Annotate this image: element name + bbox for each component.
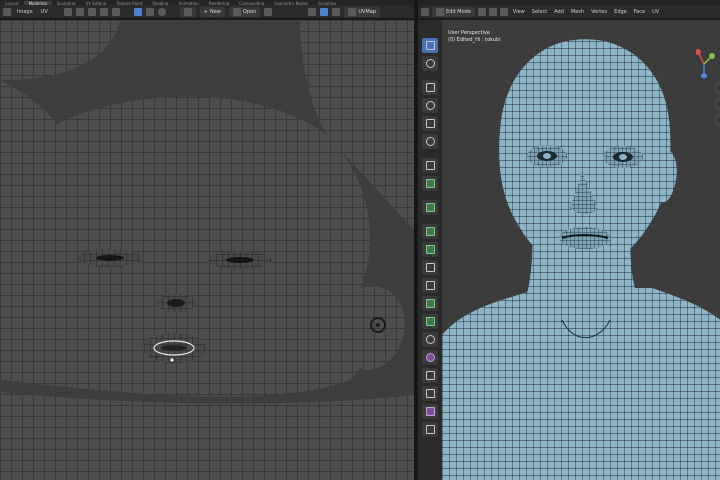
image-icon [183, 7, 192, 16]
editor-type-icon[interactable] [421, 7, 429, 16]
annotate-icon [425, 161, 435, 170]
vp-menu-face[interactable]: Face [632, 9, 647, 15]
bevel-icon [425, 263, 435, 272]
active-object-label: (0) Edited_Hi : tokubi [448, 37, 501, 43]
uv-editor-header: Image UV + New Open UVMap [0, 5, 414, 19]
mode-selector[interactable]: Edit Mode [432, 6, 475, 17]
select-box-icon [425, 41, 435, 50]
rotate-icon [425, 101, 435, 110]
shrink-fatten-tool[interactable] [422, 386, 438, 401]
uvmap-selector[interactable]: UVMap [344, 6, 380, 17]
uv-layout-drawing [0, 20, 414, 480]
bevel-tool[interactable] [422, 260, 438, 275]
open-image-label: Open [242, 8, 257, 15]
smooth-tool[interactable] [422, 350, 438, 365]
measure-tool[interactable] [422, 176, 438, 191]
pivot-icon[interactable] [133, 7, 142, 16]
uv-sticky-icon[interactable] [320, 7, 329, 16]
loop-cut-tool[interactable] [422, 278, 438, 293]
vertex-select-icon[interactable] [477, 7, 486, 16]
vp-menu-mesh[interactable]: Mesh [569, 9, 586, 15]
move-icon [425, 83, 435, 92]
edge-select-icon[interactable] [87, 7, 96, 16]
poly-build-icon [425, 317, 435, 326]
view-perspective-label: User Perspective [448, 30, 490, 36]
new-image-button[interactable]: + New [199, 6, 225, 17]
cursor-icon [425, 59, 435, 68]
vp-menu-uv[interactable]: UV [650, 9, 661, 15]
rotate-tool[interactable] [422, 98, 438, 113]
open-image-button[interactable]: Open [228, 6, 261, 17]
edge-slide-tool[interactable] [422, 368, 438, 383]
viewport-info: User Perspective (0) Edited_Hi : tokubi [448, 30, 501, 44]
edge-slide-icon [425, 371, 435, 380]
vp-menu-vertex[interactable]: Vertex [589, 9, 609, 15]
display-channels-icon[interactable] [308, 7, 317, 16]
shear-icon [425, 407, 435, 416]
uv-menu-image[interactable]: Image [15, 9, 35, 15]
loop-cut-icon [425, 281, 435, 290]
pin-icon[interactable] [264, 7, 273, 16]
uv-editor-canvas[interactable] [0, 20, 414, 480]
shear-tool[interactable] [422, 404, 438, 419]
transform-icon [425, 137, 435, 146]
scale-tool[interactable] [422, 116, 438, 131]
smooth-icon [425, 353, 435, 362]
camera-view-button[interactable] [715, 114, 720, 126]
spin-tool[interactable] [422, 332, 438, 347]
measure-icon [425, 179, 435, 188]
inset-tool[interactable] [422, 242, 438, 257]
add-cube-tool[interactable] [422, 200, 438, 215]
extrude-tool[interactable] [422, 224, 438, 239]
edit-mode-icon [436, 7, 444, 16]
move-tool[interactable] [422, 80, 438, 95]
mesh-drawing [442, 39, 720, 480]
plus-icon: + [203, 8, 208, 15]
folder-icon [232, 7, 241, 16]
vp-menu-view[interactable]: View [511, 9, 527, 15]
add-cube-icon [425, 203, 435, 212]
cursor-tool[interactable] [422, 56, 438, 71]
extrude-icon [425, 227, 435, 236]
image-browse-button[interactable] [179, 6, 196, 17]
new-image-label: New [209, 8, 221, 15]
rip-tool[interactable] [422, 422, 438, 437]
3d-viewport[interactable]: User Perspective (0) Edited_Hi : tokubi [442, 20, 720, 480]
axis-gizmo-icon [696, 49, 715, 78]
vp-menu-select[interactable]: Select [530, 9, 549, 15]
uv-overlay-icon[interactable] [332, 7, 341, 16]
annotate-tool[interactable] [422, 158, 438, 173]
shrink-fatten-icon [425, 389, 435, 398]
inset-icon [425, 245, 435, 254]
vp-menu-add[interactable]: Add [552, 9, 566, 15]
spin-icon [425, 335, 435, 344]
uvmap-icon [348, 7, 357, 16]
editor-type-icon[interactable] [3, 7, 11, 16]
face-select-icon[interactable] [499, 7, 508, 16]
face-select-icon[interactable] [99, 7, 108, 16]
knife-tool[interactable] [422, 296, 438, 311]
uv-menu-uv[interactable]: UV [39, 9, 50, 15]
zoom-button[interactable] [715, 82, 720, 94]
knife-icon [425, 299, 435, 308]
island-select-icon[interactable] [111, 7, 120, 16]
rip-icon [425, 425, 435, 434]
snap-icon[interactable] [145, 7, 154, 16]
mode-label: Edit Mode [446, 8, 471, 15]
proportional-edit-icon[interactable] [157, 7, 166, 16]
transform-tool[interactable] [422, 134, 438, 149]
viewport-header: Edit Mode View Select Add Mesh Vertex Ed… [418, 5, 720, 19]
select-box-tool[interactable] [422, 38, 438, 53]
edge-select-icon[interactable] [488, 7, 497, 16]
vp-menu-edge[interactable]: Edge [612, 9, 629, 15]
poly-build-tool[interactable] [422, 314, 438, 329]
navigation-gizmo[interactable] [696, 48, 720, 78]
uvmap-label: UVMap [358, 8, 376, 15]
sync-selection-icon[interactable] [63, 7, 72, 16]
viewport-toolbar [418, 20, 442, 480]
vertex-select-icon[interactable] [75, 7, 84, 16]
pan-button[interactable] [715, 98, 720, 110]
scale-icon [425, 119, 435, 128]
